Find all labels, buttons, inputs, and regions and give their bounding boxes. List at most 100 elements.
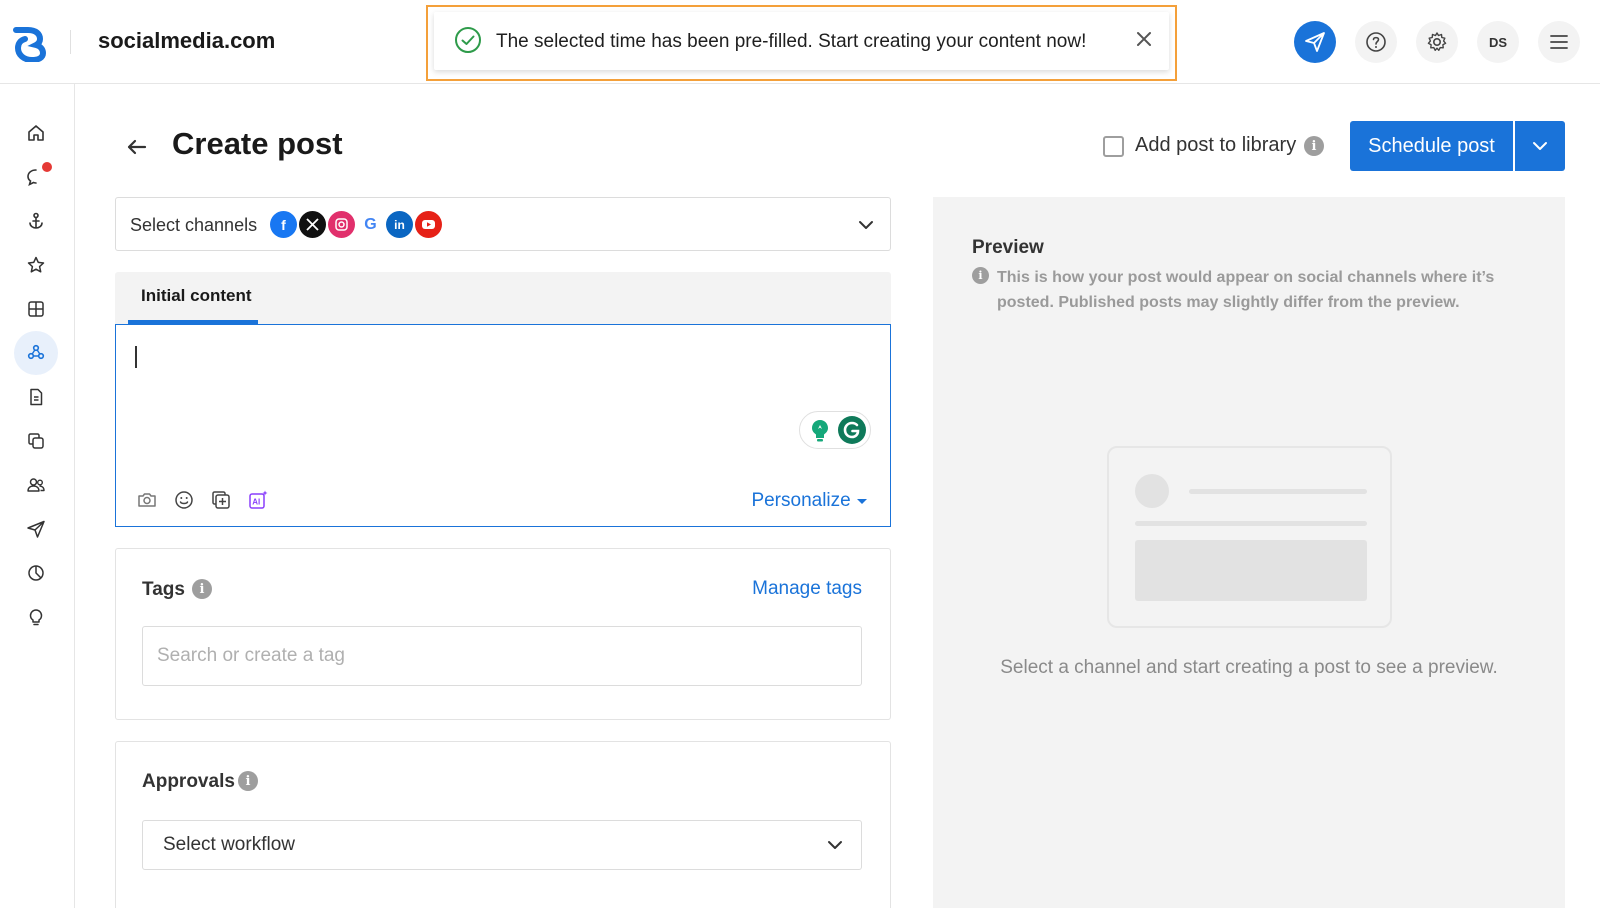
placeholder-media [1135,540,1367,601]
app-logo[interactable] [10,22,50,62]
tags-title: Tags [142,579,185,600]
sidebar [0,84,75,908]
youtube-icon [415,211,442,238]
info-icon[interactable]: i [192,579,212,599]
user-avatar[interactable]: DS [1477,21,1519,63]
chevron-down-icon [859,221,873,229]
help-button[interactable] [1355,21,1397,63]
personalize-dropdown[interactable]: Personalize [751,490,868,512]
add-to-library-checkbox[interactable] [1103,136,1124,157]
settings-button[interactable] [1416,21,1458,63]
share-nodes-icon [27,344,45,360]
add-to-library-label[interactable]: Add post to library [1135,134,1296,157]
copy-icon [28,433,44,449]
users-icon [27,478,45,492]
preview-title: Preview [972,237,1044,258]
tab-label: Initial content [141,286,252,305]
tag-search-input[interactable] [142,626,862,686]
content-tabs: Initial content [115,272,891,324]
workflow-value: Select workflow [163,834,295,855]
top-bar: socialmedia.com The selected time has be… [0,0,1600,84]
sidebar-item-reviews[interactable] [14,243,58,287]
svg-text:AI: AI [252,498,260,507]
tab-initial-content[interactable]: Initial content [128,272,258,324]
personalize-label: Personalize [751,490,851,511]
document-icon [30,388,43,406]
help-icon [1366,32,1386,52]
approvals-title: Approvals [142,771,235,792]
chevron-down-icon [1533,142,1547,150]
preview-note: This is how your post would appear on so… [997,269,1495,311]
channel-selector[interactable]: Select channels f G in [115,197,891,251]
preview-placeholder [1107,446,1392,628]
camera-icon[interactable] [136,489,158,511]
sidebar-item-inbox[interactable] [14,155,58,199]
close-icon[interactable] [1133,28,1155,50]
info-icon[interactable]: i [1304,136,1324,156]
sidebar-item-insights[interactable] [14,595,58,639]
manage-tags-link[interactable]: Manage tags [752,578,862,600]
star-icon [27,256,45,273]
sidebar-item-listening[interactable] [14,199,58,243]
anchor-icon [29,212,43,229]
pie-chart-icon [28,565,44,581]
post-editor[interactable]: AI Personalize [115,324,891,527]
sidebar-item-documents[interactable] [14,375,58,419]
site-title: socialmedia.com [98,28,276,53]
add-media-icon[interactable] [210,489,232,511]
instagram-icon [328,211,355,238]
placeholder-line [1189,489,1367,494]
sidebar-item-reports[interactable] [14,551,58,595]
send-icon [1305,32,1325,52]
preview-empty-message: Select a channel and start creating a po… [1000,657,1498,678]
approvals-card: Approvals i Select workflow [115,741,891,908]
toast-message: The selected time has been pre-filled. S… [496,31,1087,52]
google-icon: G [357,211,384,238]
ai-assistant-icon[interactable]: AI [247,489,269,511]
preview-panel: Preview i This is how your post would ap… [933,197,1565,908]
toast-body: The selected time has been pre-filled. S… [434,12,1169,70]
notification-dot [42,162,52,172]
sidebar-item-library[interactable] [14,419,58,463]
check-circle-icon [455,27,481,53]
schedule-post-button[interactable]: Schedule post [1350,121,1513,171]
sidebar-item-social[interactable] [14,331,58,375]
bulb-icon[interactable] [808,418,832,444]
chevron-down-icon [828,841,842,849]
facebook-icon: f [270,211,297,238]
lightbulb-icon [29,609,43,626]
gear-icon [1427,32,1447,51]
channel-icons: f G in [270,211,444,238]
home-icon [28,125,44,141]
send-icon [27,520,45,538]
emoji-icon[interactable] [173,489,195,511]
grammarly-widget[interactable] [799,411,871,449]
back-arrow-icon[interactable] [124,134,150,160]
publish-button[interactable] [1294,21,1336,63]
caret-down-icon [857,499,867,504]
info-icon: i [972,267,989,284]
sidebar-item-dashboard[interactable] [14,287,58,331]
placeholder-avatar [1135,474,1169,508]
grammarly-icon[interactable] [837,415,867,445]
text-cursor [135,346,137,368]
sidebar-item-campaigns[interactable] [14,507,58,551]
linkedin-icon: in [386,211,413,238]
avatar-initials: DS [1488,34,1508,50]
grid-icon [28,301,44,317]
x-icon [299,211,326,238]
info-icon[interactable]: i [238,771,258,791]
menu-button[interactable] [1538,21,1580,63]
logo-divider [70,30,71,54]
placeholder-line [1135,521,1367,526]
page-title: Create post [172,126,343,161]
channel-selector-label: Select channels [130,215,258,235]
sidebar-item-home[interactable] [14,111,58,155]
schedule-options-button[interactable] [1515,121,1565,171]
tags-card: Tags i Manage tags [115,548,891,720]
workflow-select[interactable]: Select workflow [142,820,862,870]
toast-notification: The selected time has been pre-filled. S… [426,5,1177,81]
editor-toolbar: AI [136,489,269,511]
hamburger-icon [1550,35,1568,49]
sidebar-item-contacts[interactable] [14,463,58,507]
